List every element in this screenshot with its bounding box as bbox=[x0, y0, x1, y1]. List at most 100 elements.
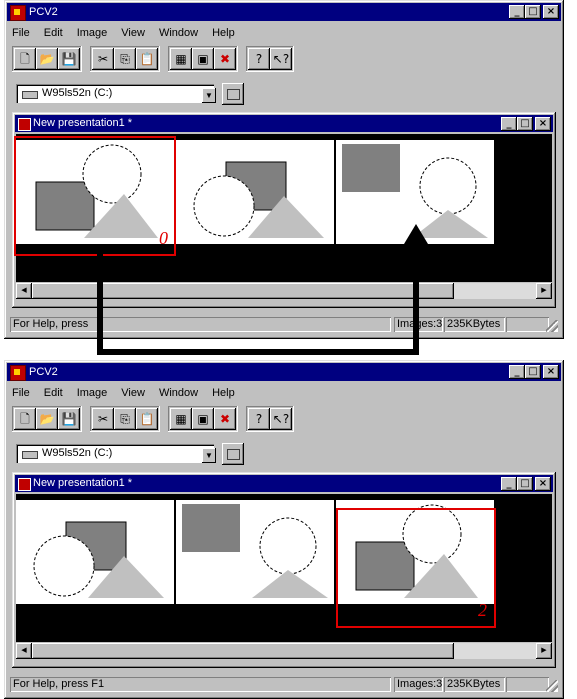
app-icon[interactable] bbox=[10, 365, 26, 381]
toolbar: 🗋 📂 💾 ✂ ⎘ 📋 ▦ ▣ ✖ ? ↖? bbox=[12, 46, 294, 72]
chevron-down-icon[interactable]: ▼ bbox=[202, 88, 216, 103]
horizontal-scrollbar[interactable]: ◀ ▶ bbox=[16, 283, 552, 299]
drive-label: W95ls52n (C:) bbox=[42, 447, 113, 459]
menu-bar: File Edit Image View Window Help bbox=[12, 384, 235, 402]
selection-highlight bbox=[336, 508, 496, 628]
window-title: PCV2 bbox=[29, 6, 58, 18]
child-title-bar[interactable]: New presentation1 * _ □ × bbox=[15, 475, 553, 492]
horizontal-scrollbar[interactable]: ◀ ▶ bbox=[16, 643, 552, 659]
menu-view[interactable]: View bbox=[121, 24, 145, 42]
status-image-count: Images:3 bbox=[394, 677, 443, 692]
child-title-bar[interactable]: New presentation1 * _ □ × bbox=[15, 115, 553, 132]
paste-icon[interactable]: 📋 bbox=[136, 408, 158, 430]
menu-image[interactable]: Image bbox=[77, 384, 108, 402]
window-title: PCV2 bbox=[29, 366, 58, 378]
maximize-button[interactable]: □ bbox=[525, 5, 541, 19]
drive-select[interactable]: W95ls52n (C:) ▼ bbox=[16, 444, 216, 463]
title-bar[interactable]: PCV2 _ □ × bbox=[7, 363, 561, 381]
cut-icon[interactable]: ✂ bbox=[92, 408, 114, 430]
drive-button[interactable] bbox=[222, 83, 244, 105]
drive-button[interactable] bbox=[222, 443, 244, 465]
slide-thumbnail[interactable] bbox=[176, 140, 334, 244]
drive-icon bbox=[22, 91, 38, 99]
minimize-button[interactable]: _ bbox=[509, 365, 525, 379]
menu-view[interactable]: View bbox=[121, 384, 145, 402]
cut-icon[interactable]: ✂ bbox=[92, 48, 114, 70]
child-minimize-button[interactable]: _ bbox=[501, 477, 517, 491]
document-icon[interactable] bbox=[18, 478, 31, 491]
drive-icon bbox=[22, 451, 38, 459]
selection-highlight bbox=[14, 136, 176, 256]
close-button[interactable]: × bbox=[543, 365, 559, 379]
title-bar[interactable]: PCV2 _ □ × bbox=[7, 3, 561, 21]
screenshot-after: PCV2 _ □ × File Edit Image View Window H… bbox=[0, 360, 577, 699]
scroll-right-button[interactable]: ▶ bbox=[536, 283, 552, 299]
status-image-count: Images:3 bbox=[394, 317, 443, 332]
status-size: 235KBytes bbox=[444, 677, 505, 692]
maximize-button[interactable]: □ bbox=[525, 365, 541, 379]
document-icon[interactable] bbox=[18, 118, 31, 131]
copy-icon[interactable]: ⎘ bbox=[114, 48, 136, 70]
context-help-icon[interactable]: ↖? bbox=[270, 408, 292, 430]
child-close-button[interactable]: × bbox=[535, 117, 551, 131]
status-bar: For Help, press F1 Images:3 235KBytes bbox=[8, 674, 560, 694]
close-button[interactable]: × bbox=[543, 5, 559, 19]
child-close-button[interactable]: × bbox=[535, 477, 551, 491]
menu-edit[interactable]: Edit bbox=[44, 24, 63, 42]
slideshow-icon[interactable]: ▦ bbox=[170, 48, 192, 70]
thumbnail-icon[interactable]: ▣ bbox=[192, 48, 214, 70]
app-icon[interactable] bbox=[10, 5, 26, 21]
delete-image-icon[interactable]: ✖ bbox=[214, 408, 236, 430]
toolbar: 🗋 📂 💾 ✂ ⎘ 📋 ▦ ▣ ✖ ? ↖? bbox=[12, 406, 294, 432]
menu-edit[interactable]: Edit bbox=[44, 384, 63, 402]
open-icon[interactable]: 📂 bbox=[36, 48, 58, 70]
menu-bar: File Edit Image View Window Help bbox=[12, 24, 235, 42]
menu-help[interactable]: Help bbox=[212, 24, 235, 42]
scroll-thumb[interactable] bbox=[32, 283, 454, 299]
open-icon[interactable]: 📂 bbox=[36, 408, 58, 430]
resize-grip[interactable] bbox=[546, 680, 558, 692]
paste-icon[interactable]: 📋 bbox=[136, 48, 158, 70]
scroll-right-button[interactable]: ▶ bbox=[536, 643, 552, 659]
help-icon[interactable]: ? bbox=[248, 408, 270, 430]
menu-window[interactable]: Window bbox=[159, 384, 198, 402]
copy-icon[interactable]: ⎘ bbox=[114, 408, 136, 430]
context-help-icon[interactable]: ↖? bbox=[270, 48, 292, 70]
child-title: New presentation1 * bbox=[33, 117, 133, 129]
status-empty bbox=[506, 677, 549, 692]
new-icon[interactable]: 🗋 bbox=[14, 408, 36, 430]
status-size: 235KBytes bbox=[444, 317, 505, 332]
scroll-thumb[interactable] bbox=[32, 643, 454, 659]
child-maximize-button[interactable]: □ bbox=[517, 117, 533, 131]
resize-grip[interactable] bbox=[546, 320, 558, 332]
menu-help[interactable]: Help bbox=[212, 384, 235, 402]
save-icon[interactable]: 💾 bbox=[58, 48, 80, 70]
menu-file[interactable]: File bbox=[12, 384, 30, 402]
slide-thumbnail[interactable] bbox=[336, 140, 494, 244]
scroll-left-button[interactable]: ◀ bbox=[16, 283, 32, 299]
menu-file[interactable]: File bbox=[12, 24, 30, 42]
slide-thumbnail[interactable] bbox=[16, 500, 174, 604]
menu-window[interactable]: Window bbox=[159, 24, 198, 42]
status-empty bbox=[506, 317, 549, 332]
delete-image-icon[interactable]: ✖ bbox=[214, 48, 236, 70]
thumbnail-icon[interactable]: ▣ bbox=[192, 408, 214, 430]
child-minimize-button[interactable]: _ bbox=[501, 117, 517, 131]
child-maximize-button[interactable]: □ bbox=[517, 477, 533, 491]
slide-thumbnail[interactable] bbox=[176, 500, 334, 604]
status-help-text: For Help, press F1 bbox=[10, 677, 391, 692]
help-icon[interactable]: ? bbox=[248, 48, 270, 70]
status-help-text: For Help, press bbox=[10, 317, 391, 332]
child-title: New presentation1 * bbox=[33, 477, 133, 489]
drive-select[interactable]: W95ls52n (C:) ▼ bbox=[16, 84, 216, 103]
save-icon[interactable]: 💾 bbox=[58, 408, 80, 430]
slideshow-icon[interactable]: ▦ bbox=[170, 408, 192, 430]
drive-label: W95ls52n (C:) bbox=[42, 87, 113, 99]
scroll-left-button[interactable]: ◀ bbox=[16, 643, 32, 659]
minimize-button[interactable]: _ bbox=[509, 5, 525, 19]
status-bar: For Help, press Images:3 235KBytes bbox=[8, 314, 560, 334]
chevron-down-icon[interactable]: ▼ bbox=[202, 448, 216, 463]
menu-image[interactable]: Image bbox=[77, 24, 108, 42]
new-icon[interactable]: 🗋 bbox=[14, 48, 36, 70]
source-index-label: 0 bbox=[159, 228, 168, 248]
